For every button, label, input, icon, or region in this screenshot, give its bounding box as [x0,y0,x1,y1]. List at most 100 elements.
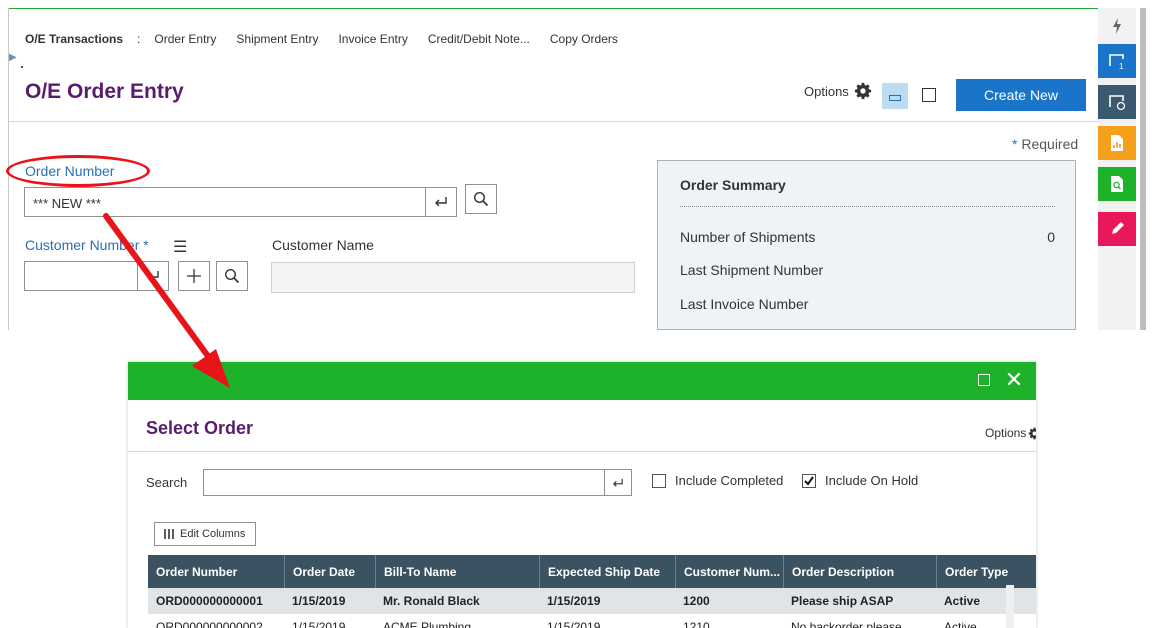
plus-icon [187,269,201,283]
cell-order-type: Active [944,620,977,628]
include-on-hold-label: Include On Hold [825,473,919,488]
edit-columns-button[interactable]: Edit Columns [154,522,256,546]
column-header-order-description[interactable]: Order Description [783,555,936,588]
header-divider [9,121,1098,122]
sidebar-inquiry-button[interactable] [1098,167,1136,201]
required-note: * Required [1012,136,1078,152]
add-customer-button[interactable] [178,261,210,291]
summary-label: Last Shipment Number [680,262,824,278]
compact-view-toggle[interactable] [882,83,908,109]
sidebar-windows-button[interactable]: 1 [1098,44,1136,78]
column-header-order-type[interactable]: Order Type [936,555,1036,588]
customer-search-button[interactable] [216,261,248,291]
dialog-options-menu[interactable]: Options [985,426,1036,440]
summary-label: Number of Shipments [680,229,816,245]
right-sidebar: 1 [1098,8,1136,330]
table-header-row: Order Number Order Date Bill-To Name Exp… [148,555,1036,588]
pencil-icon [1112,222,1124,234]
annotation-highlight-ellipse [6,155,150,187]
create-new-button[interactable]: Create New [956,79,1086,111]
document-search-icon [1111,176,1123,192]
customer-name-label: Customer Name [272,237,374,253]
select-order-dialog: ✕ Select Order Options Search Include Co… [128,362,1036,628]
order-entry-screen: ▶ O/E Transactions : Order Entry Shipmen… [0,0,1152,330]
cell-bill-to-name: ACME Plumbing [383,620,472,628]
cell-order-number: ORD000000000001 [156,594,263,608]
report-icon [1111,135,1123,151]
gear-icon [1029,427,1036,439]
cell-order-date: 1/15/2019 [292,620,346,628]
breadcrumb-link-invoice-entry[interactable]: Invoice Entry [338,32,407,46]
enter-icon [147,271,159,281]
enter-icon [613,478,623,487]
order-summary-divider [680,206,1055,207]
search-enter-button[interactable] [604,469,632,496]
expanded-view-toggle[interactable] [922,88,936,102]
customer-name-field [271,262,635,293]
summary-row-last-invoice: Last Invoice Number [680,296,1055,312]
order-summary-panel: Order Summary Number of Shipments 0 Last… [657,160,1076,330]
dialog-title: Select Order [146,418,254,438]
sidebar-report-button[interactable] [1098,126,1136,160]
svg-text:1: 1 [1119,62,1124,70]
include-on-hold-checkbox[interactable] [802,473,816,488]
breadcrumb-root[interactable]: O/E Transactions [25,32,123,46]
search-icon [224,268,240,284]
close-icon[interactable]: ✕ [1004,368,1024,392]
options-menu[interactable]: Options [804,82,872,100]
dialog-options-label: Options [985,426,1027,440]
dialog-header-bar: ✕ [128,362,1036,400]
customer-number-enter-button[interactable] [137,261,169,291]
dialog-divider [128,451,1036,452]
column-header-bill-to-name[interactable]: Bill-To Name [375,555,539,588]
maximize-icon[interactable] [978,374,990,386]
customer-number-label-text: Customer Number [25,237,140,253]
table-scrollbar[interactable] [1006,585,1014,628]
order-summary-title: Order Summary [680,177,786,193]
search-input[interactable] [203,469,605,496]
cell-expected-ship-date: 1/15/2019 [547,620,601,628]
breadcrumb-link-order-entry[interactable]: Order Entry [154,32,216,46]
order-number-enter-button[interactable] [425,187,457,217]
breadcrumb-link-shipment-entry[interactable]: Shipment Entry [236,32,318,46]
top-accent-line [8,8,1098,9]
order-number-search-button[interactable] [465,184,497,214]
cell-bill-to-name: Mr. Ronald Black [383,594,480,608]
cell-order-type: Active [944,594,981,608]
required-label: Required [1021,136,1079,152]
summary-row-last-shipment: Last Shipment Number [680,262,1055,278]
gear-icon [854,82,871,100]
cell-customer-number: 1200 [683,594,710,608]
cell-order-date: 1/15/2019 [292,594,346,608]
required-star: * [1012,136,1018,152]
summary-label: Last Invoice Number [680,296,809,312]
include-completed-checkbox[interactable] [652,473,666,488]
sidebar-notes-button[interactable] [1098,212,1136,246]
hamburger-menu-icon[interactable]: ☰ [173,237,187,257]
column-header-expected-ship-date[interactable]: Expected Ship Date [539,555,675,588]
page-title: O/E Order Entry [25,80,184,103]
customer-number-input[interactable] [24,261,138,291]
columns-icon [164,529,174,539]
summary-row-shipments: Number of Shipments 0 [680,229,1055,245]
page-scrollbar[interactable] [1140,8,1146,330]
summary-value: 0 [1047,229,1055,245]
breadcrumb-link-credit-debit-note[interactable]: Credit/Debit Note... [428,32,530,46]
cell-order-number: ORD000000000002 [156,620,263,628]
options-label: Options [804,83,849,99]
table-row[interactable]: ORD000000000001 1/15/2019 Mr. Ronald Bla… [148,588,1036,614]
column-header-customer-number[interactable]: Customer Num... [675,555,783,588]
sidebar-lightning-button[interactable] [1098,12,1136,40]
include-completed-option[interactable]: Include Completed [652,473,783,488]
customer-number-required-star: * [143,237,149,253]
order-number-input[interactable]: *** NEW *** [24,187,426,217]
sidebar-recent-button[interactable] [1098,85,1136,119]
breadcrumb-link-copy-orders[interactable]: Copy Orders [550,32,618,46]
column-header-order-date[interactable]: Order Date [284,555,375,588]
search-icon [473,191,489,207]
include-on-hold-option[interactable]: Include On Hold [802,473,918,488]
table-row[interactable]: ORD000000000002 1/15/2019 ACME Plumbing … [148,614,1036,628]
compact-view-icon [889,95,901,101]
expand-panel-icon[interactable]: ▶ [9,52,17,63]
column-header-order-number[interactable]: Order Number [148,555,284,588]
